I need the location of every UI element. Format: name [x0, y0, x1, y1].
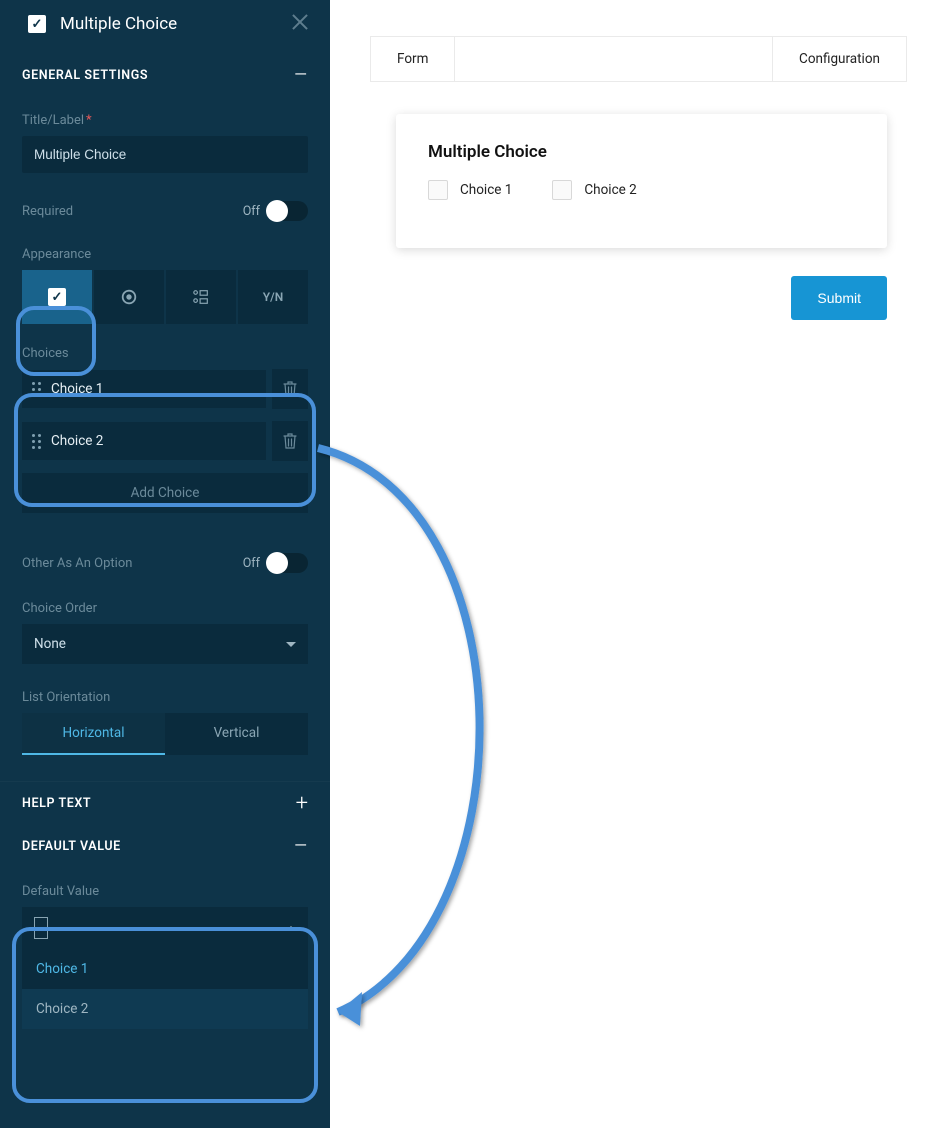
- default-value-select[interactable]: [22, 907, 308, 949]
- chevron-up-icon: [286, 926, 296, 931]
- section-header-general[interactable]: GENERAL SETTINGS –: [0, 54, 330, 97]
- collapse-icon: –: [294, 840, 308, 854]
- checkbox-icon: [552, 180, 572, 200]
- choice-input[interactable]: Choice 2: [22, 422, 266, 460]
- section-label: DEFAULT VALUE: [22, 839, 121, 854]
- section-body-general: Title/Label* Required Off Appearance ✓: [0, 97, 330, 781]
- choice-row: Choice 2: [22, 421, 308, 461]
- form-preview-card: Multiple Choice Choice 1 Choice 2: [396, 114, 887, 248]
- add-choice-button[interactable]: Add Choice: [22, 473, 308, 513]
- choice-label: Choice 1: [460, 182, 512, 198]
- appearance-radio[interactable]: [94, 270, 164, 324]
- collapse-icon: –: [294, 69, 308, 83]
- other-option-row: Other As An Option Off: [22, 553, 308, 573]
- orientation-vertical[interactable]: Vertical: [165, 713, 308, 755]
- required-asterisk: *: [86, 113, 92, 128]
- trash-icon: [283, 381, 297, 397]
- preview-choice-row: Choice 1 Choice 2: [428, 180, 855, 200]
- drag-handle-icon[interactable]: [32, 382, 41, 397]
- checkbox-icon: ✓: [48, 288, 66, 306]
- toggle-track: [266, 201, 308, 221]
- choice-list: Choice 1 Choice 2: [22, 369, 308, 461]
- section-label: HELP TEXT: [22, 796, 91, 811]
- expand-icon: +: [296, 797, 308, 811]
- dropdown-option[interactable]: Choice 2: [22, 989, 308, 1029]
- toggle-state: Off: [243, 204, 260, 219]
- delete-choice-button[interactable]: [272, 369, 308, 409]
- section-label: GENERAL SETTINGS: [22, 68, 148, 83]
- section-body-default: Default Value Choice 1 Choice 2: [0, 868, 330, 1055]
- tab-bar: Form Configuration: [370, 36, 907, 82]
- choice-input[interactable]: Choice 1: [22, 370, 266, 408]
- default-value-label: Default Value: [22, 884, 308, 899]
- close-icon[interactable]: [288, 12, 310, 34]
- yn-label: Y/N: [263, 290, 283, 304]
- orientation-label: List Orientation: [22, 690, 308, 705]
- toggle-track: [266, 553, 308, 573]
- choice-text: Choice 1: [51, 381, 103, 397]
- appearance-image-grid[interactable]: [166, 270, 236, 324]
- orientation-segmented: Horizontal Vertical: [22, 713, 308, 755]
- sidebar-header: ✓ Multiple Choice: [0, 0, 330, 54]
- required-label: Required: [22, 204, 73, 219]
- section-header-help[interactable]: HELP TEXT +: [0, 781, 330, 825]
- appearance-yesno[interactable]: Y/N: [238, 270, 308, 324]
- required-row: Required Off: [22, 201, 308, 221]
- select-value: None: [34, 636, 66, 652]
- checkbox-icon: [428, 180, 448, 200]
- choice-order-select[interactable]: None: [22, 624, 308, 664]
- appearance-options: ✓ Y/N: [22, 270, 308, 324]
- title-label: Title/Label*: [22, 113, 308, 128]
- choice-order-label: Choice Order: [22, 601, 308, 616]
- preview-choice-option[interactable]: Choice 1: [428, 180, 512, 200]
- appearance-label: Appearance: [22, 247, 308, 262]
- trash-icon: [283, 433, 297, 449]
- question-title: Multiple Choice: [428, 142, 855, 162]
- title-input[interactable]: [22, 136, 308, 173]
- delete-choice-button[interactable]: [272, 421, 308, 461]
- choice-label: Choice 2: [584, 182, 636, 198]
- tab-form[interactable]: Form: [371, 37, 455, 81]
- sidebar-title: Multiple Choice: [60, 14, 177, 34]
- radio-icon: [120, 288, 138, 306]
- tab-configuration[interactable]: Configuration: [772, 37, 906, 81]
- appearance-checkbox[interactable]: ✓: [22, 270, 92, 324]
- image-grid-icon: [192, 288, 210, 306]
- settings-sidebar: ✓ Multiple Choice GENERAL SETTINGS – Tit…: [0, 0, 330, 1128]
- other-option-toggle[interactable]: Off: [243, 553, 308, 573]
- choice-row: Choice 1: [22, 369, 308, 409]
- default-value-dropdown: Choice 1 Choice 2: [22, 949, 308, 1029]
- toggle-knob: [266, 200, 288, 222]
- toggle-knob: [266, 552, 288, 574]
- drag-handle-icon[interactable]: [32, 434, 41, 449]
- dropdown-option[interactable]: Choice 1: [22, 949, 308, 989]
- choice-text: Choice 2: [51, 433, 103, 449]
- submit-button[interactable]: Submit: [791, 276, 887, 320]
- orientation-horizontal[interactable]: Horizontal: [22, 713, 165, 755]
- other-option-label: Other As An Option: [22, 556, 132, 571]
- preview-choice-option[interactable]: Choice 2: [552, 180, 636, 200]
- toggle-state: Off: [243, 556, 260, 571]
- required-toggle[interactable]: Off: [243, 201, 308, 221]
- text-cursor: [34, 917, 48, 939]
- tab-spacer: [455, 37, 772, 81]
- preview-area: Form Configuration Multiple Choice Choic…: [330, 0, 937, 1128]
- multiple-choice-icon: ✓: [28, 15, 46, 33]
- choices-label: Choices: [22, 346, 308, 361]
- section-header-default[interactable]: DEFAULT VALUE –: [0, 825, 330, 868]
- chevron-down-icon: [286, 642, 296, 647]
